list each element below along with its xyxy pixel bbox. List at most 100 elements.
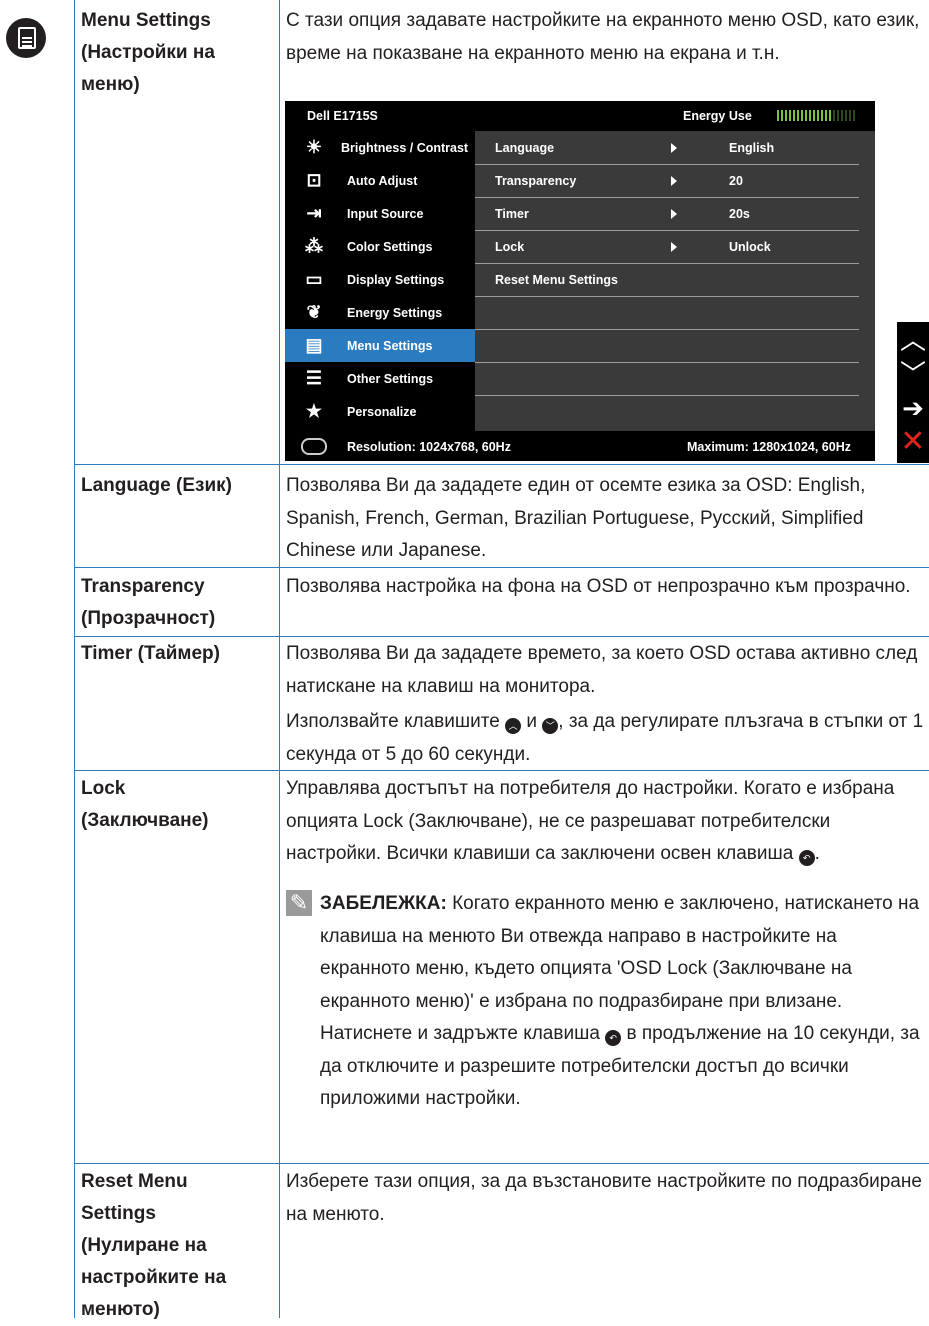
osd-menu-item[interactable]: ☰ Other Settings bbox=[285, 362, 475, 395]
energy-bar-segment bbox=[841, 110, 843, 121]
sun-icon: ☀ bbox=[305, 137, 323, 157]
down-icon[interactable]: ﹀ bbox=[897, 358, 929, 390]
lock-note: ЗАБЕЛЕЖКА: Когато екранното меню е заклю… bbox=[320, 888, 920, 1116]
osd-submenu-row bbox=[475, 296, 859, 330]
osd-submenu-row[interactable]: Transparency 20 bbox=[475, 164, 859, 198]
row-desc-timer: Позволява Ви да зададете времето, за кое… bbox=[286, 643, 918, 697]
row-label-language: Language (Език) bbox=[81, 475, 232, 496]
arrow-right-icon bbox=[671, 176, 677, 186]
exit-icon[interactable]: ✕ bbox=[897, 426, 929, 458]
enter-icon[interactable]: ➔ bbox=[897, 392, 929, 424]
menu-settings-icon bbox=[6, 18, 46, 58]
row-desc-language: Позволява Ви да зададете един от осемте … bbox=[286, 475, 866, 561]
osd-menu-item[interactable]: ❦ Energy Settings bbox=[285, 296, 475, 329]
up-icon[interactable]: ︿ bbox=[897, 324, 929, 356]
energy-bar-segment bbox=[789, 110, 791, 121]
energy-bar-segment bbox=[785, 110, 787, 121]
osd-menu-item[interactable]: ▭ Display Settings bbox=[285, 263, 475, 296]
energy-bar-segment bbox=[809, 110, 811, 121]
osd-maximum: Maximum: 1280x1024, 60Hz bbox=[687, 440, 851, 454]
row-divider bbox=[74, 464, 929, 465]
energy-bar-segment bbox=[805, 110, 807, 121]
osd-option-value: 20 bbox=[729, 174, 743, 188]
note-label: ЗАБЕЛЕЖКА: bbox=[320, 893, 447, 914]
row-divider bbox=[74, 1163, 929, 1164]
arrow-right-icon bbox=[671, 209, 677, 219]
row-desc-lock: Управлява достъпът на потребителя до нас… bbox=[286, 773, 926, 871]
energy-bar-segment bbox=[797, 110, 799, 121]
osd-submenu: Language English Transparency 20 Timer 20s Loc… bbox=[475, 131, 875, 431]
front-panel-buttons: ︿ ﹀ ➔ ✕ bbox=[897, 322, 929, 463]
osd-header: Dell E1715S Energy Use bbox=[285, 101, 875, 131]
lock-desc-end: . bbox=[814, 843, 820, 864]
timer-keys-text-a: Използвайте клавишите bbox=[286, 711, 500, 732]
row-label-timer: Timer (Таймер) bbox=[81, 643, 220, 664]
osd-menu-item[interactable]: ⁂ Color Settings bbox=[285, 230, 475, 263]
osd-option-name: Lock bbox=[495, 240, 525, 254]
energy-bar-segment bbox=[777, 110, 779, 121]
row-desc-menu-settings: С тази опция задавате настройките на екр… bbox=[286, 10, 920, 64]
down-button-icon: ﹀ bbox=[542, 718, 559, 734]
osd-menu-item[interactable]: ▤ Menu Settings bbox=[285, 329, 475, 362]
menu-icon: ▤ bbox=[305, 335, 323, 355]
energy-bar-segment bbox=[821, 110, 823, 121]
osd-footer: Resolution: 1024x768, 60Hz Maximum: 1280… bbox=[285, 431, 875, 461]
osd-menu-item[interactable]: ☀ Brightness / Contrast bbox=[285, 131, 475, 164]
osd-menu-item[interactable]: ⊡ Auto Adjust bbox=[285, 164, 475, 197]
osd-menu-item-label: Display Settings bbox=[347, 273, 445, 287]
osd-menu-item-label: Menu Settings bbox=[347, 339, 433, 353]
osd-menu-item[interactable]: ★ Personalize bbox=[285, 395, 475, 428]
osd-menu-item-label: Brightness / Contrast bbox=[341, 141, 469, 155]
row-divider bbox=[74, 636, 929, 637]
display-icon: ▭ bbox=[305, 269, 323, 289]
energy-bar-segment bbox=[801, 110, 803, 121]
back-button-icon: ↶ bbox=[798, 850, 815, 866]
row-label-lock: Lock (Заключване) bbox=[81, 778, 209, 831]
energy-meter bbox=[777, 110, 857, 124]
up-button-icon: ︿ bbox=[505, 718, 522, 734]
row-label-menu-settings: Menu Settings (Настройки на меню) bbox=[81, 10, 215, 95]
back-button-icon: ↶ bbox=[605, 1030, 622, 1046]
osd-energy-label: Energy Use bbox=[683, 109, 752, 123]
row-label-reset: Reset Menu Settings (Нулиране на настрой… bbox=[81, 1171, 227, 1320]
note-pencil-icon: ✎ bbox=[286, 890, 312, 916]
osd-screenshot: Dell E1715S Energy Use ☀ Brightness / Con… bbox=[285, 101, 875, 461]
osd-model: Dell E1715S bbox=[307, 109, 378, 123]
osd-submenu-row bbox=[475, 329, 859, 363]
osd-submenu-row[interactable]: Language English bbox=[475, 131, 859, 165]
energy-bar-segment bbox=[793, 110, 795, 121]
vga-icon bbox=[301, 438, 327, 455]
osd-submenu-row[interactable]: Reset Menu Settings bbox=[475, 263, 859, 297]
osd-option-value: 20s bbox=[729, 207, 750, 221]
osd-menu-item-label: Energy Settings bbox=[347, 306, 443, 320]
energy-bar-segment bbox=[833, 110, 835, 121]
timer-keys-text-b: и bbox=[526, 711, 537, 732]
osd-option-value: English bbox=[729, 141, 775, 155]
energy-bar-segment bbox=[853, 110, 855, 121]
row-label-transparency: Transparency (Прозрачност) bbox=[81, 576, 216, 629]
energy-bar-segment bbox=[837, 110, 839, 121]
energy-bar-segment bbox=[813, 110, 815, 121]
row-desc-timer-keys: Използвайте клавишите ︿ и ﹀, за да регул… bbox=[286, 706, 926, 771]
osd-menu-item-label: Input Source bbox=[347, 207, 424, 221]
sliders-icon: ☰ bbox=[305, 368, 323, 388]
osd-option-name: Language bbox=[495, 141, 555, 155]
osd-option-name: Transparency bbox=[495, 174, 577, 188]
table-border-left bbox=[74, 0, 75, 1318]
energy-bar-segment bbox=[817, 110, 819, 121]
osd-menu-item-label: Color Settings bbox=[347, 240, 433, 254]
osd-menu-item[interactable]: ⇥ Input Source bbox=[285, 197, 475, 230]
osd-submenu-row[interactable]: Lock Unlock bbox=[475, 230, 859, 264]
osd-menu-item-label: Auto Adjust bbox=[347, 174, 418, 188]
osd-option-name: Timer bbox=[495, 207, 529, 221]
energy-bar-segment bbox=[849, 110, 851, 121]
star-icon: ★ bbox=[305, 401, 323, 421]
note-text-a: Когато екранното меню е заключено, натис… bbox=[320, 893, 920, 1044]
color-dots-icon: ⁂ bbox=[305, 236, 323, 256]
osd-menu-item-label: Personalize bbox=[347, 405, 417, 419]
energy-bar-segment bbox=[781, 110, 783, 121]
table-border-middle bbox=[279, 0, 280, 1318]
energy-bar-segment bbox=[829, 110, 831, 121]
osd-submenu-row[interactable]: Timer 20s bbox=[475, 197, 859, 231]
osd-menu-item-label: Other Settings bbox=[347, 372, 434, 386]
